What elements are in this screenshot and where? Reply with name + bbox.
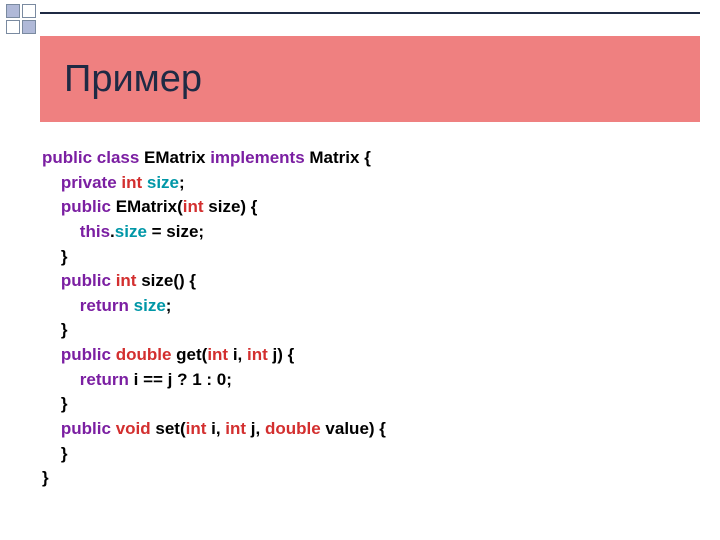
corner-square-icon: [22, 4, 36, 18]
code-line: }: [42, 394, 68, 413]
code-line: public int size() {: [42, 271, 196, 290]
code-block: public class EMatrix implements Matrix {…: [42, 146, 386, 491]
corner-square-icon: [6, 4, 20, 18]
code-line: return i == j ? 1 : 0;: [42, 370, 232, 389]
code-line: public EMatrix(int size) {: [42, 197, 257, 216]
code-line: private int size;: [42, 173, 185, 192]
code-line: this.size = size;: [42, 222, 204, 241]
code-line: public double get(int i, int j) {: [42, 345, 294, 364]
code-line: }: [42, 247, 68, 266]
top-rule: [40, 12, 700, 14]
corner-square-icon: [22, 20, 36, 34]
slide: Пример public class EMatrix implements M…: [0, 0, 720, 540]
code-line: }: [42, 320, 68, 339]
code-line: }: [42, 468, 49, 487]
code-line: public class EMatrix implements Matrix {: [42, 148, 371, 167]
code-line: }: [42, 444, 68, 463]
corner-square-icon: [6, 20, 20, 34]
code-line: return size;: [42, 296, 171, 315]
code-line: public void set(int i, int j, double val…: [42, 419, 386, 438]
slide-title: Пример: [40, 36, 700, 122]
